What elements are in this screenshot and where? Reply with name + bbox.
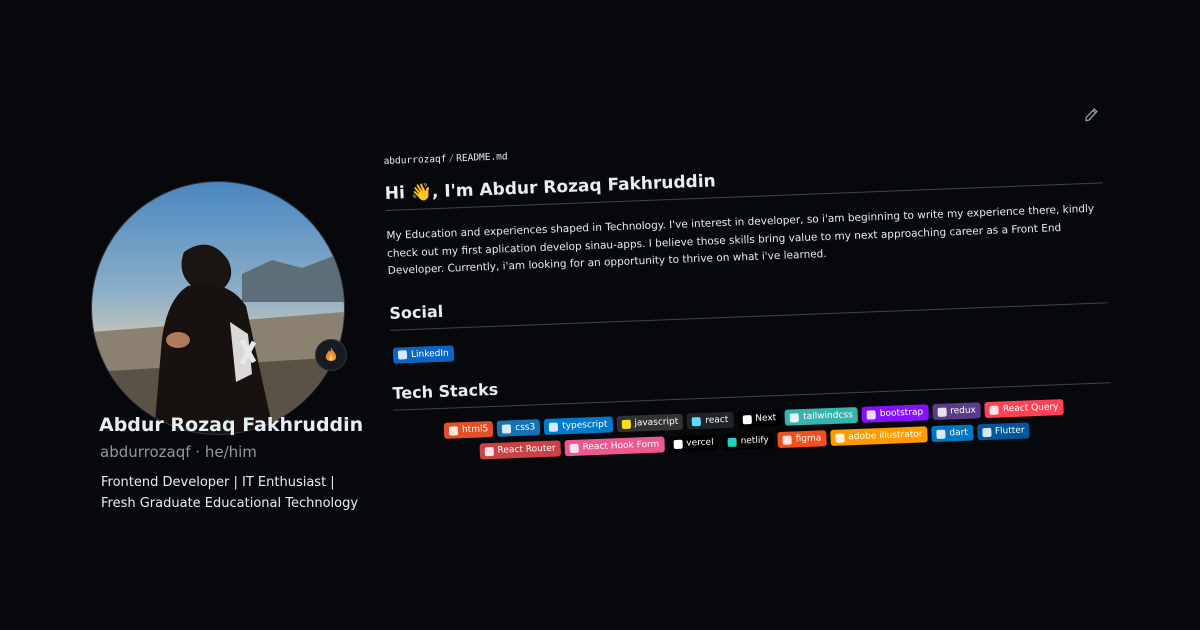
react-icon — [692, 416, 702, 426]
badge-label: Next — [755, 413, 777, 424]
badge-label: LinkedIn — [410, 348, 449, 360]
badge-tailwindcss[interactable]: tailwindcss — [784, 406, 859, 426]
badge-label: adobe illustrator — [848, 429, 923, 443]
html5-icon — [448, 425, 459, 436]
badge-next[interactable]: Next — [736, 409, 782, 428]
breadcrumb-file: README.md — [455, 151, 508, 165]
tailwind-icon — [790, 412, 800, 423]
typescript-icon — [549, 421, 559, 432]
badge-linkedin[interactable]: LinkedIn — [392, 344, 455, 364]
react-router-icon — [484, 446, 494, 456]
badge-vercel[interactable]: vercel — [668, 434, 719, 453]
badge-dart[interactable]: dart — [931, 424, 974, 443]
badge-adobe-illustrator[interactable]: adobe illustrator — [830, 426, 928, 447]
netlify-icon — [727, 437, 737, 447]
badge-label: figma — [795, 433, 822, 445]
redux-icon — [936, 407, 947, 417]
readme-card: abdurrozaqf / README.md Hi 👋, I'm Abdur Ro… — [383, 108, 1119, 476]
css3-icon — [502, 423, 512, 434]
profile-handle: abdurrozaqf · he/him — [100, 443, 257, 461]
javascript-icon — [621, 419, 631, 429]
profile-bio: Frontend Developer | IT Enthusiast | Fre… — [101, 475, 359, 511]
react-hook-form-icon — [569, 443, 579, 453]
badge-figma[interactable]: figma — [777, 430, 827, 449]
badge-label: bootstrap — [879, 407, 924, 420]
avatar[interactable] — [92, 182, 344, 434]
badge-css3[interactable]: css3 — [496, 419, 541, 437]
badge-bootstrap[interactable]: bootstrap — [861, 404, 929, 423]
badge-label: tailwindcss — [803, 410, 854, 423]
badge-javascript[interactable]: javascript — [616, 413, 684, 433]
badge-flutter[interactable]: Flutter — [976, 422, 1030, 441]
greeting-suffix: , I'm Abdur Rozaq Fakhruddin — [431, 171, 717, 203]
badge-label: React Query — [1002, 402, 1059, 415]
dart-icon — [936, 429, 946, 439]
tech-stack-badges: html5 css3 typescript javascript react Next ta… — [394, 397, 1115, 469]
social-badges: LinkedIn — [391, 342, 456, 364]
greeting-prefix: Hi — [384, 183, 406, 204]
badge-typescript[interactable]: typescript — [543, 416, 613, 436]
avatar-container — [92, 182, 347, 434]
badge-label: typescript — [562, 419, 608, 432]
badge-react-query[interactable]: React Query — [984, 399, 1064, 419]
badge-html5[interactable]: html5 — [443, 420, 494, 439]
badge-label: Flutter — [994, 425, 1025, 437]
badge-label: html5 — [461, 424, 489, 436]
illustrator-icon — [835, 433, 845, 443]
social-heading: Social — [389, 301, 444, 323]
badge-react-router[interactable]: React Router — [479, 440, 561, 460]
vercel-icon — [673, 439, 683, 449]
flutter-icon — [981, 427, 992, 437]
breadcrumb: abdurrozaqf / README.md — [383, 151, 507, 167]
badge-label: javascript — [634, 416, 679, 429]
badge-label: redux — [949, 405, 977, 417]
bootstrap-icon — [866, 409, 876, 420]
intro-paragraph: My Education and experiences shaped in T… — [386, 202, 1095, 277]
badge-react[interactable]: react — [686, 411, 734, 430]
badge-label: React Hook Form — [582, 439, 660, 453]
badge-redux[interactable]: redux — [931, 402, 982, 421]
social-divider — [390, 302, 1108, 331]
avatar-photo — [92, 182, 344, 434]
fire-icon[interactable] — [315, 339, 347, 371]
badge-label: React Router — [497, 443, 556, 456]
breadcrumb-owner[interactable]: abdurrozaqf — [383, 154, 446, 167]
react-query-icon — [989, 405, 1000, 415]
badge-label: react — [705, 414, 729, 426]
badge-label: vercel — [686, 437, 714, 449]
badge-netlify[interactable]: netlify — [722, 432, 775, 451]
profile-name: Abdur Rozaq Fakhruddin — [99, 414, 364, 436]
breadcrumb-separator: / — [448, 153, 455, 165]
figma-icon — [782, 435, 792, 445]
badge-label: css3 — [515, 422, 536, 434]
pencil-icon[interactable] — [1084, 106, 1101, 123]
badge-react-hook-form[interactable]: React Hook Form — [564, 436, 665, 457]
next-icon — [742, 414, 752, 424]
tech-stacks-heading: Tech Stacks — [392, 379, 499, 403]
linkedin-icon — [397, 350, 408, 360]
badge-label: dart — [949, 427, 969, 439]
waving-hand-icon: 👋 — [410, 182, 433, 203]
badge-label: netlify — [740, 435, 769, 447]
